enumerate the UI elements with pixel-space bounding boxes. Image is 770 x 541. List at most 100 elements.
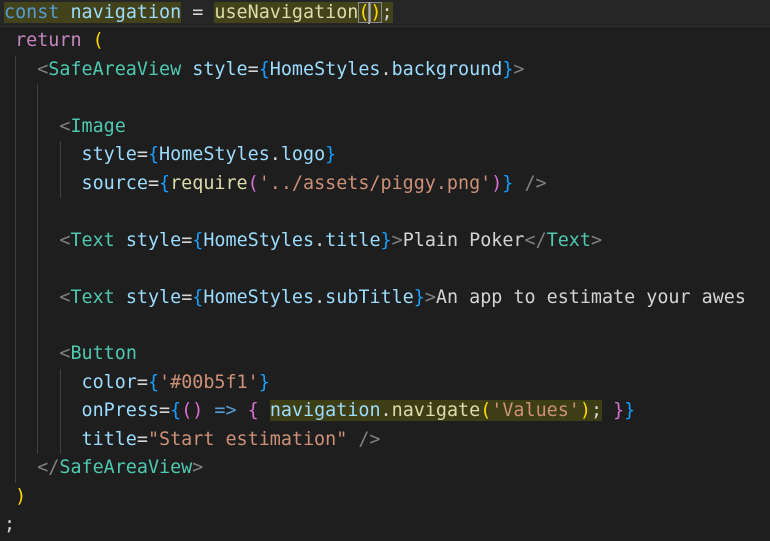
code-token: } [325, 144, 337, 166]
line-semicolon[interactable]: ; [0, 511, 770, 539]
code-token: const [4, 2, 60, 23]
line-blank-1[interactable] [0, 84, 770, 112]
code-token: } [613, 400, 625, 422]
code-token: "Start estimation" [147, 428, 348, 450]
code-text: color={'#00b5f1'} [0, 372, 270, 393]
code-token: source [81, 172, 148, 194]
code-token: ( [480, 400, 492, 422]
code-token: An app to estimate your awes [435, 286, 746, 308]
code-token: ) [579, 400, 591, 422]
code-text: title="Start estimation" /> [0, 429, 381, 450]
code-text: return ( [0, 30, 104, 51]
code-token: ) [15, 485, 27, 507]
code-token: </ [524, 229, 547, 251]
code-token: '../assets/piggy.png' [258, 172, 492, 194]
code-token: subTitle [325, 286, 414, 308]
code-token: title [325, 229, 381, 251]
code-token: require [170, 172, 248, 194]
code-token: Text [546, 229, 591, 251]
code-token: . [380, 400, 392, 422]
code-token: Image [70, 115, 126, 137]
line-blank-2[interactable] [0, 198, 770, 226]
code-token: navigation [70, 2, 182, 23]
code-token: return [15, 30, 82, 52]
line-blank-4[interactable] [0, 312, 770, 340]
code-token: = [159, 400, 171, 422]
code-token: ; [4, 514, 16, 536]
code-text: <Button [0, 343, 137, 364]
code-token: Plain Poker [402, 229, 525, 251]
code-token: = [181, 229, 193, 251]
line-button-title[interactable]: title="Start estimation" /> [0, 426, 770, 454]
code-token: > [424, 286, 436, 308]
line-text-subtitle[interactable]: <Text style={HomeStyles.subTitle}>An app… [0, 284, 770, 312]
code-token: background [391, 58, 503, 80]
line-image-style[interactable]: style={HomeStyles.logo} [0, 141, 770, 169]
code-token: = [136, 371, 148, 393]
code-token: { [159, 172, 171, 194]
code-token: ; [590, 400, 603, 422]
code-token: HomeStyles [203, 286, 315, 308]
line-text-title[interactable]: <Text style={HomeStyles.title}>Plain Pok… [0, 227, 770, 255]
code-token: </ [37, 457, 60, 479]
code-token: < [59, 115, 71, 137]
code-token: . [314, 229, 326, 251]
code-token: style [192, 58, 248, 80]
code-token: Text [70, 229, 115, 251]
line-image-source[interactable]: source={require('../assets/piggy.png')} … [0, 170, 770, 198]
code-token: color [81, 371, 137, 393]
line-button-color[interactable]: color={'#00b5f1'} [0, 369, 770, 397]
code-token: '#00b5f1' [159, 371, 259, 393]
line-safeareaview-close[interactable]: </SafeAreaView> [0, 454, 770, 482]
line-return[interactable]: return ( [0, 27, 770, 55]
code-token: = [181, 286, 193, 308]
code-token: Button [70, 343, 137, 365]
line-const-navigation[interactable]: const navigation = useNavigation(); [0, 0, 770, 27]
code-text: <Text style={HomeStyles.title}>Plain Pok… [0, 230, 602, 251]
code-token [59, 2, 71, 23]
code-text: ) [0, 486, 26, 507]
line-blank-3[interactable] [0, 255, 770, 283]
line-close-paren[interactable]: ) [0, 483, 770, 511]
code-token: } [502, 172, 514, 194]
code-token: ( [247, 172, 259, 194]
code-token: } [502, 58, 514, 80]
code-token: { [147, 371, 160, 393]
code-text: ; [0, 514, 15, 535]
code-token: /> [524, 172, 547, 194]
line-safeareaview-open[interactable]: <SafeAreaView style={HomeStyles.backgrou… [0, 56, 770, 84]
code-token: => [214, 400, 237, 422]
code-text: const navigation = useNavigation(); [0, 2, 393, 24]
code-token: navigate [391, 400, 481, 422]
code-token: . [380, 58, 392, 80]
code-editor[interactable]: const navigation = useNavigation(); retu… [0, 0, 770, 541]
line-button-onpress[interactable]: onPress={() => { navigation.navigate('Va… [0, 397, 770, 425]
code-token: > [590, 229, 603, 251]
code-token: ; [381, 2, 393, 23]
code-token: = [181, 2, 215, 23]
code-token: < [59, 229, 71, 251]
code-token: onPress [81, 400, 160, 422]
code-token: useNavigation [214, 2, 359, 23]
code-text: <Image [0, 115, 126, 137]
code-text: <Text style={HomeStyles.subTitle}>An app… [0, 287, 746, 308]
line-image-open[interactable]: <Image [0, 113, 770, 141]
line-button-open[interactable]: <Button [0, 340, 770, 368]
code-token: ( [92, 30, 104, 52]
code-token: = [136, 144, 148, 166]
